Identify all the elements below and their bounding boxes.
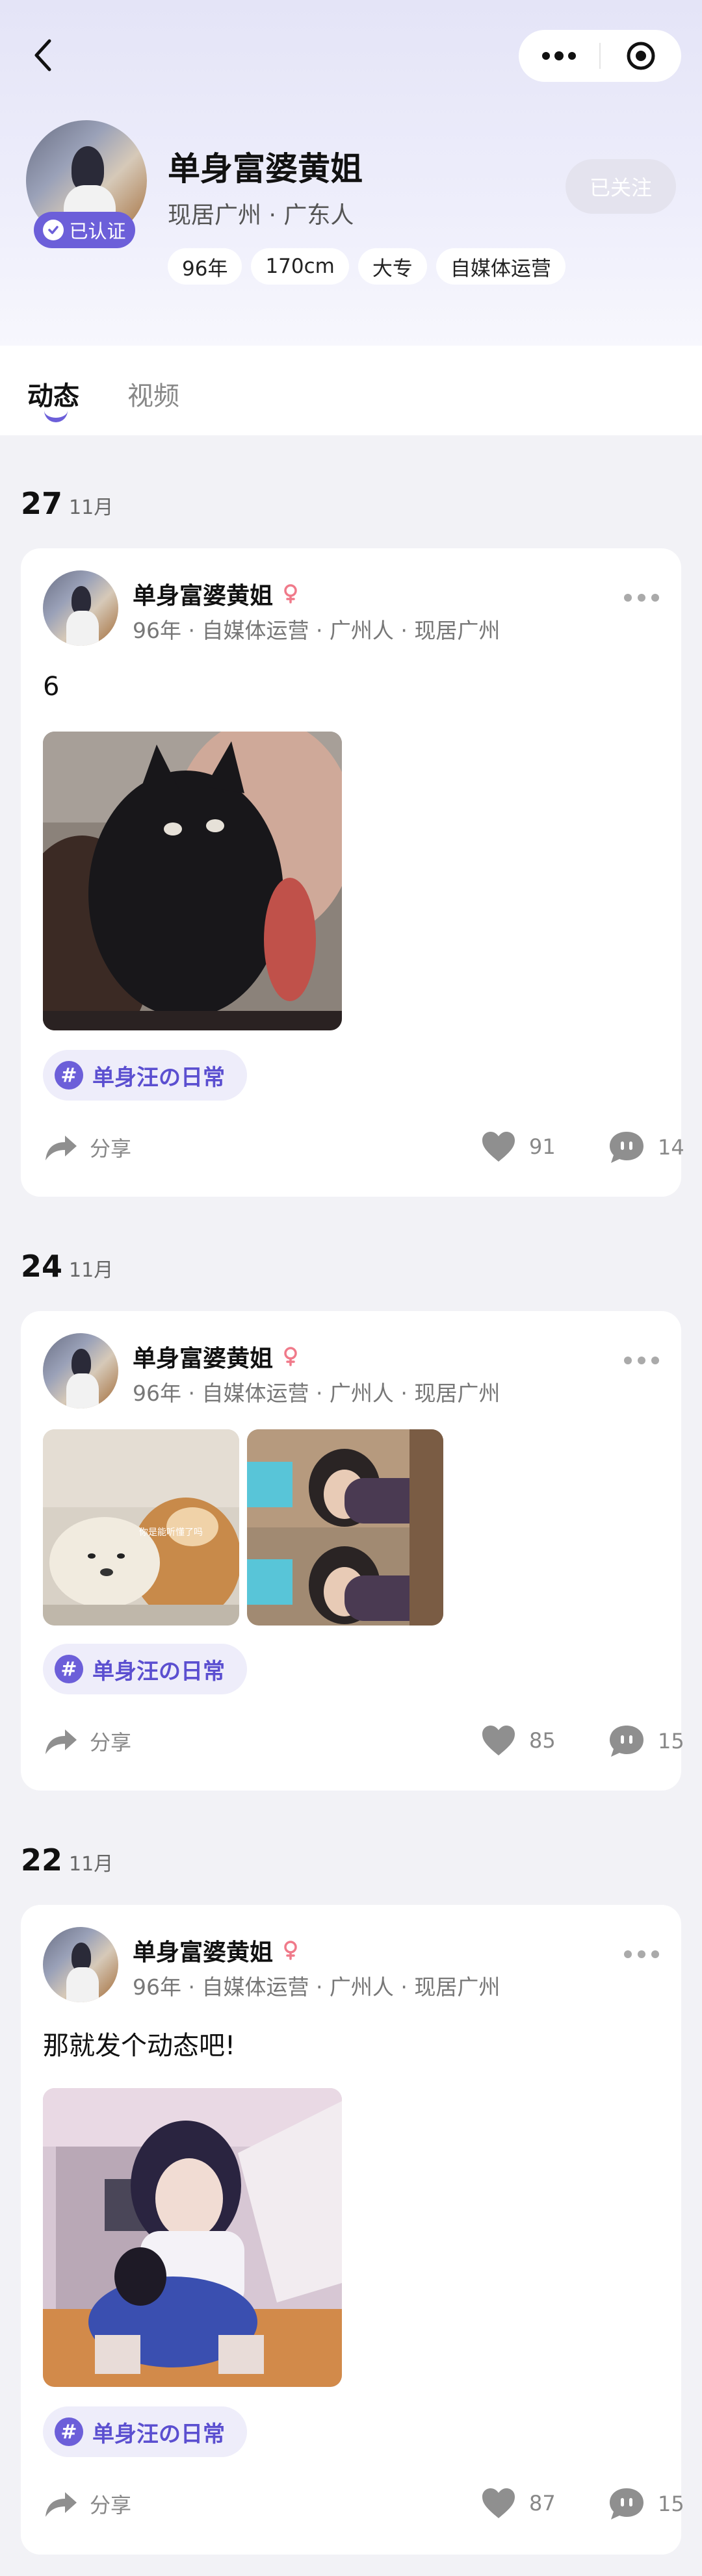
post-actions: 分享 91 14: [43, 1130, 684, 1169]
share-icon: [46, 2492, 77, 2517]
post-text: 6: [43, 672, 60, 702]
post-card[interactable]: 单身富婆黄姐 96年 · 自媒体运营 · 广州人 · 现居广州 你是能听懂了吗: [21, 1311, 684, 1791]
author-name-row: 单身富婆黄姐: [133, 1933, 299, 1967]
follow-button[interactable]: 已关注: [566, 159, 676, 214]
tab-posts[interactable]: 动态: [27, 375, 79, 413]
post-date-month: 11月: [69, 496, 114, 519]
post-date-day: 22: [21, 1843, 63, 1878]
post-image[interactable]: [247, 1429, 443, 1626]
post-date-day: 24: [21, 1249, 63, 1284]
post-date: 22 11月: [21, 1843, 113, 1878]
heart-icon: [482, 1132, 515, 1162]
profile-name: 单身富婆黄姐: [168, 150, 363, 188]
share-button[interactable]: 分享: [43, 1130, 131, 1164]
profile-tags: 96年 170cm 大专 自媒体运营: [168, 248, 566, 285]
close-mini-program-button[interactable]: [601, 30, 681, 82]
tab-videos[interactable]: 视频: [127, 375, 179, 413]
share-button[interactable]: 分享: [43, 2487, 131, 2521]
comment-icon: [610, 1726, 644, 1757]
like-button[interactable]: 87: [481, 2487, 556, 2519]
profile-location: 现居广州 · 广东人: [168, 202, 354, 229]
like-count: 87: [529, 2491, 556, 2516]
content-tabs: 动态 视频: [0, 346, 702, 435]
comment-button[interactable]: 15: [608, 2487, 684, 2521]
topic-label: 单身汪の日常: [92, 1064, 225, 1091]
back-button[interactable]: [26, 32, 58, 78]
profile-tag: 大专: [358, 248, 427, 285]
verified-label: 已认证: [69, 220, 126, 242]
mini-program-capsule: [519, 30, 681, 82]
post-date-month: 11月: [69, 1853, 114, 1876]
post-card[interactable]: 单身富婆黄姐 96年 · 自媒体运营 · 广州人 · 现居广州 6 # 单身汪の…: [21, 548, 684, 1197]
more-dots-icon: [542, 51, 576, 60]
hashtag-icon: #: [55, 1061, 83, 1090]
share-label: 分享: [90, 2493, 132, 2518]
author-name-row: 单身富婆黄姐: [133, 1340, 299, 1373]
chevron-left-icon: [34, 39, 51, 71]
more-menu-button[interactable]: [519, 30, 599, 82]
post-date-month: 11月: [69, 1259, 114, 1282]
post-image[interactable]: [43, 732, 342, 1030]
verified-check-icon: [43, 220, 64, 240]
gender-female-icon: [284, 1347, 297, 1366]
comment-icon: [610, 1132, 644, 1163]
comment-count: 15: [658, 2492, 684, 2516]
comment-button[interactable]: 14: [608, 1130, 684, 1164]
author-name: 单身富婆黄姐: [133, 1939, 274, 1966]
like-count: 85: [529, 1728, 556, 1753]
profile-tag: 170cm: [251, 248, 349, 285]
author-name: 单身富婆黄姐: [133, 1345, 274, 1372]
like-button[interactable]: 85: [481, 1724, 556, 1757]
profile-tag: 96年: [168, 248, 242, 285]
share-icon: [46, 1729, 77, 1754]
target-close-icon: [627, 42, 655, 70]
comment-button[interactable]: 15: [608, 1724, 684, 1758]
comment-count: 15: [658, 1729, 684, 1753]
topic-label: 单身汪の日常: [92, 1658, 225, 1685]
heart-icon: [482, 2488, 515, 2518]
comment-icon: [610, 2488, 644, 2519]
author-avatar[interactable]: [43, 570, 118, 646]
profile-tag: 自媒体运营: [436, 248, 566, 285]
topic-tag[interactable]: # 单身汪の日常: [43, 2406, 247, 2457]
gender-female-icon: [284, 584, 297, 604]
like-count: 91: [529, 1134, 556, 1159]
author-avatar[interactable]: [43, 1333, 118, 1409]
share-label: 分享: [90, 1136, 132, 1161]
post-date: 27 11月: [21, 486, 113, 521]
post-image[interactable]: [43, 2088, 342, 2387]
profile-header: 已认证 单身富婆黄姐 现居广州 · 广东人 96年 170cm 大专 自媒体运营…: [0, 0, 702, 346]
author-meta: 96年 · 自媒体运营 · 广州人 · 现居广州: [133, 618, 500, 643]
post-image[interactable]: 你是能听懂了吗: [43, 1429, 239, 1626]
post-date: 24 11月: [21, 1249, 113, 1284]
topic-tag[interactable]: # 单身汪の日常: [43, 1644, 247, 1694]
post-actions: 分享 85 15: [43, 1724, 684, 1763]
post-date-day: 27: [21, 486, 63, 521]
hashtag-icon: #: [55, 1655, 83, 1683]
comment-count: 14: [658, 1135, 684, 1160]
post-text: 那就发个动态吧!: [43, 2031, 236, 2061]
post-actions: 分享 87 15: [43, 2487, 684, 2526]
gender-female-icon: [284, 1941, 297, 1960]
post-more-button[interactable]: [624, 1950, 659, 1958]
share-icon: [46, 1136, 77, 1160]
author-name: 单身富婆黄姐: [133, 583, 274, 609]
author-avatar[interactable]: [43, 1927, 118, 2002]
like-button[interactable]: 91: [481, 1130, 556, 1163]
post-more-button[interactable]: [624, 1357, 659, 1364]
share-label: 分享: [90, 1730, 132, 1755]
author-meta: 96年 · 自媒体运营 · 广州人 · 现居广州: [133, 1974, 500, 2000]
verified-badge: 已认证: [34, 212, 135, 248]
hashtag-icon: #: [55, 2417, 83, 2446]
meme-caption: 你是能听懂了吗: [139, 1527, 203, 1538]
post-more-button[interactable]: [624, 594, 659, 602]
active-tab-indicator: [44, 411, 68, 422]
author-name-row: 单身富婆黄姐: [133, 577, 299, 611]
author-meta: 96年 · 自媒体运营 · 广州人 · 现居广州: [133, 1381, 500, 1406]
topic-tag[interactable]: # 单身汪の日常: [43, 1050, 247, 1101]
topic-label: 单身汪の日常: [92, 2421, 225, 2447]
heart-icon: [482, 1726, 515, 1755]
post-card[interactable]: 单身富婆黄姐 96年 · 自媒体运营 · 广州人 · 现居广州 那就发个动态吧!…: [21, 1905, 684, 2555]
share-button[interactable]: 分享: [43, 1724, 131, 1758]
